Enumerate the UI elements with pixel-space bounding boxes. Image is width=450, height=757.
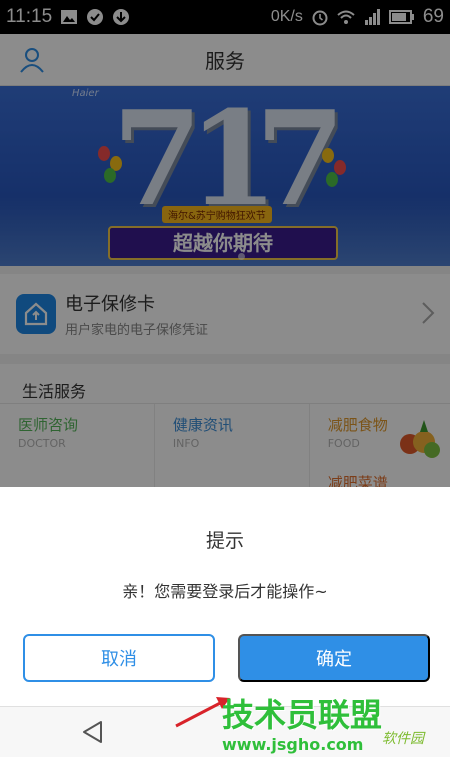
watermark: 技术员联盟 软件园 www.jsgho.com <box>222 690 450 757</box>
confirm-button[interactable]: 确定 <box>238 634 430 682</box>
dialog-title: 提示 <box>205 530 244 552</box>
watermark-sub: 软件园 <box>382 731 424 747</box>
login-prompt-dialog: 提示 亲！您需要登录后才能操作~ 取消 确定 <box>0 487 450 706</box>
watermark-url: www.jsgho.com <box>222 735 364 754</box>
back-icon[interactable] <box>80 719 106 745</box>
dialog-message: 亲！您需要登录后才能操作~ <box>122 582 328 601</box>
cancel-button[interactable]: 取消 <box>23 634 215 682</box>
watermark-text: 技术员联盟 <box>222 696 383 734</box>
